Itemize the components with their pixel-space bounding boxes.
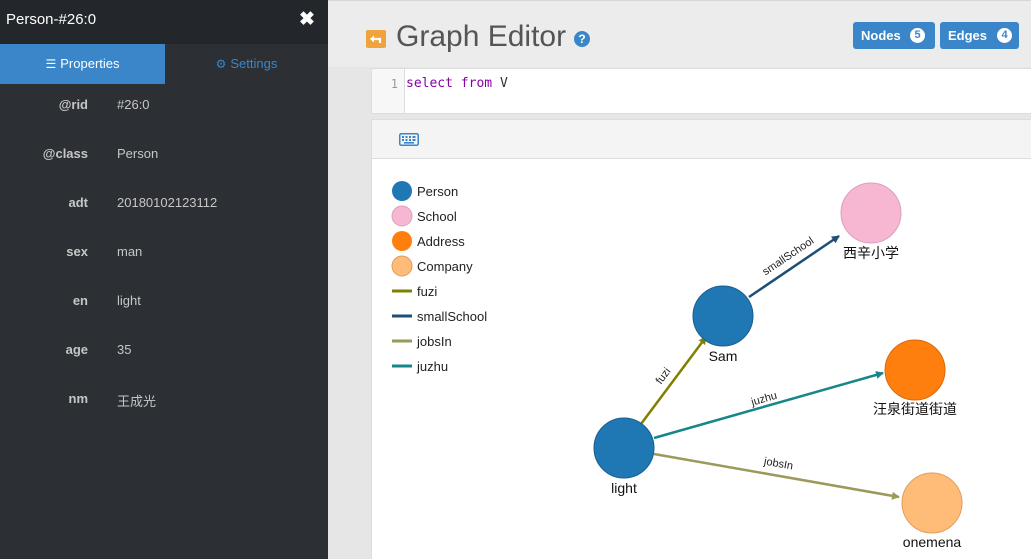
legend-label: Company	[417, 259, 473, 274]
help-icon[interactable]: ?	[574, 31, 590, 47]
page-header: Graph Editor ? Nodes 5 Edges 4	[328, 0, 1031, 67]
edge-jobsin[interactable]: jobsIn	[653, 452, 900, 500]
node-sam[interactable]: Sam	[692, 285, 754, 364]
tab-properties[interactable]: ☰ Properties	[0, 44, 165, 84]
property-value: man	[117, 244, 143, 259]
property-key: @class	[42, 146, 88, 161]
query-keyword-from: from	[460, 76, 493, 91]
tab-settings-label: Settings	[230, 56, 278, 71]
graph-canvas[interactable]: Person School Address Company fuzi small…	[371, 159, 1031, 559]
property-value: 王成光	[117, 394, 157, 409]
gear-icon: ⚙	[215, 57, 227, 71]
edges-count-badge: 4	[997, 28, 1012, 43]
edge-juzhu[interactable]: juzhu	[653, 371, 884, 440]
property-key: @rid	[58, 97, 88, 112]
property-row: sex man	[0, 244, 328, 264]
legend-label: School	[417, 209, 457, 224]
node-label: 西辛小学	[843, 245, 899, 261]
property-key: age	[65, 342, 88, 357]
edge-smallschool[interactable]: smallSchool	[748, 235, 840, 299]
graph-legend: Person School Address Company fuzi small…	[391, 181, 487, 374]
close-icon[interactable]: ✖	[299, 8, 315, 31]
legend-swatch-address	[392, 231, 412, 251]
edges-button[interactable]: Edges 4	[940, 22, 1019, 49]
legend-item: School	[391, 205, 457, 227]
panel-tabs: ☰ Properties ⚙ Settings	[0, 44, 328, 84]
node-address[interactable]: 汪泉街道街道	[873, 339, 957, 417]
tab-properties-label: Properties	[60, 56, 120, 71]
node-label: light	[611, 480, 637, 496]
property-row: en light	[0, 293, 328, 313]
node-label: Sam	[709, 348, 738, 364]
property-value: #26:0	[117, 97, 150, 112]
line-number: 1	[390, 77, 398, 91]
node-label: onemena	[903, 534, 962, 550]
legend-swatch-company	[391, 255, 413, 277]
property-row: @class Person	[0, 146, 328, 166]
legend-item: Company	[391, 255, 473, 277]
tab-settings[interactable]: ⚙ Settings	[165, 44, 328, 84]
node-company[interactable]: onemena	[901, 472, 963, 550]
legend-item: Address	[392, 231, 465, 251]
property-row: adt 20180102123112	[0, 195, 328, 215]
legend-item: jobsIn	[392, 334, 452, 349]
edge-label: jobsIn	[762, 455, 794, 472]
list-icon: ☰	[45, 57, 57, 71]
property-value: 20180102123112	[117, 195, 218, 210]
properties-panel: Person-#26:0 ✖ ☰ Properties ⚙ Settings @ri…	[0, 0, 328, 559]
node-label: 汪泉街道街道	[873, 401, 957, 417]
panel-header: Person-#26:0 ✖	[0, 0, 328, 44]
property-value: Person	[117, 146, 159, 161]
property-value: light	[117, 293, 141, 308]
edges-label: Edges	[948, 28, 988, 43]
property-row: nm 王成光	[0, 391, 328, 411]
legend-item: smallSchool	[392, 309, 487, 324]
property-key: adt	[68, 195, 89, 210]
legend-label: juzhu	[416, 359, 448, 374]
query-editor[interactable]: 1 select from V	[371, 68, 1031, 114]
property-key: en	[72, 293, 88, 308]
query-keyword-select: select	[406, 76, 453, 91]
legend-item: fuzi	[392, 284, 437, 299]
property-key: sex	[66, 244, 88, 259]
property-row: @rid #26:0	[0, 97, 328, 117]
legend-label: jobsIn	[416, 334, 452, 349]
legend-item: juzhu	[392, 359, 448, 374]
nodes-label: Nodes	[861, 28, 901, 43]
nodes-count-badge: 5	[910, 28, 925, 43]
legend-swatch-school	[391, 205, 413, 227]
graph-toolbar	[371, 119, 1031, 159]
legend-label: smallSchool	[417, 309, 487, 324]
legend-item: Person	[392, 181, 458, 201]
legend-swatch-person	[392, 181, 412, 201]
node-light[interactable]: light	[593, 417, 655, 496]
property-value: 35	[117, 342, 132, 357]
legend-label: fuzi	[417, 284, 437, 299]
node-school[interactable]: 西辛小学	[840, 182, 902, 261]
property-key: nm	[68, 391, 89, 406]
legend-label: Person	[417, 184, 458, 199]
page-title: Graph Editor	[396, 20, 567, 53]
query-target: V	[499, 76, 508, 91]
nodes-button[interactable]: Nodes 5	[853, 22, 935, 49]
back-arrow-icon[interactable]	[366, 30, 386, 48]
editor-gutter: 1	[372, 69, 405, 113]
panel-title: Person-#26:0	[6, 11, 97, 28]
query-text[interactable]: select from V	[406, 76, 508, 91]
property-row: age 35	[0, 342, 328, 362]
keyboard-icon[interactable]	[399, 133, 419, 146]
edge-fuzi[interactable]: fuzi	[639, 336, 708, 425]
legend-label: Address	[417, 234, 465, 249]
